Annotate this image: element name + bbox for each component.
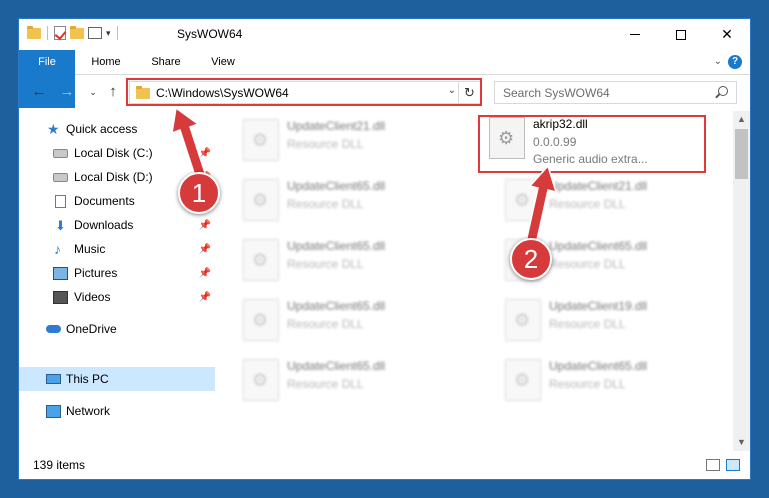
- arrow-1: [171, 106, 207, 180]
- arrow-2: [525, 164, 558, 245]
- annotation-arrows: [171, 106, 558, 245]
- callout-2: 2: [510, 238, 552, 280]
- callout-1: 1: [178, 172, 220, 214]
